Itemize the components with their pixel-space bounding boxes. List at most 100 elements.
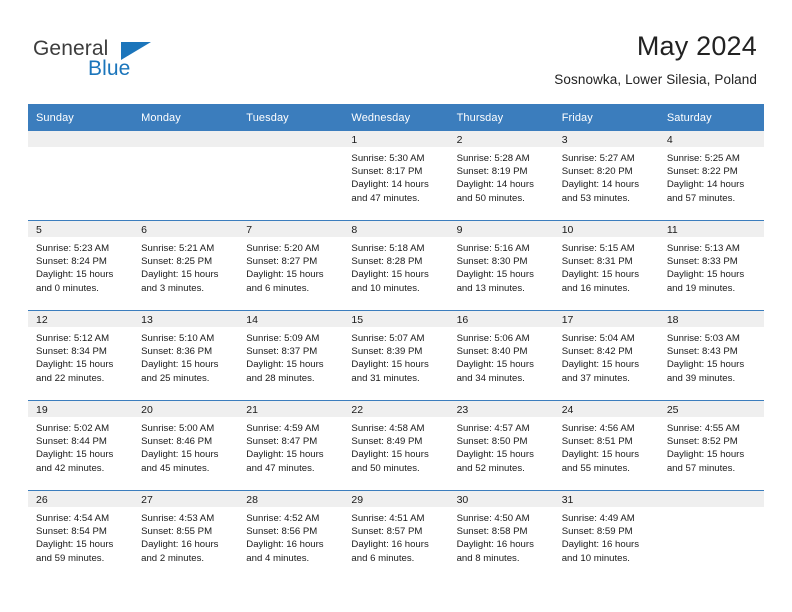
day-cell[interactable]: 11 Sunrise: 5:13 AM Sunset: 8:33 PM Dayligh… bbox=[658, 221, 764, 310]
day-cell[interactable]: 26 Sunrise: 4:54 AM Sunset: 8:54 PM Dayligh… bbox=[28, 491, 134, 580]
day-cell[interactable]: 10 Sunrise: 5:15 AM Sunset: 8:31 PM Dayligh… bbox=[553, 221, 659, 310]
calendar-cell: 22 Sunrise: 4:58 AM Sunset: 8:49 PM Dayligh… bbox=[343, 400, 449, 491]
day-cell[interactable]: 15 Sunrise: 5:07 AM Sunset: 8:39 PM Dayligh… bbox=[343, 311, 449, 400]
sunset-text: Sunset: 8:55 PM bbox=[141, 526, 213, 538]
calendar-week-row: 12 Sunrise: 5:12 AM Sunset: 8:34 PM Dayligh… bbox=[28, 310, 764, 401]
calendar-cell: 4 Sunrise: 5:25 AM Sunset: 8:22 PM Daylight… bbox=[658, 131, 764, 221]
calendar-cell: 13 Sunrise: 5:10 AM Sunset: 8:36 PM Dayligh… bbox=[133, 310, 239, 401]
day-cell[interactable]: 25 Sunrise: 4:55 AM Sunset: 8:52 PM Dayligh… bbox=[658, 401, 764, 490]
day-number: 25 bbox=[658, 401, 764, 417]
calendar-week-row: 26 Sunrise: 4:54 AM Sunset: 8:54 PM Dayligh… bbox=[28, 490, 764, 580]
daylight-text-line2: and 16 minutes. bbox=[561, 282, 630, 294]
day-number: 9 bbox=[448, 221, 554, 237]
day-details: Sunrise: 4:57 AM Sunset: 8:50 PM Daylight:… bbox=[449, 417, 554, 475]
day-cell[interactable]: 22 Sunrise: 4:58 AM Sunset: 8:49 PM Dayligh… bbox=[343, 401, 449, 490]
day-number: 30 bbox=[448, 491, 554, 507]
sunset-text: Sunset: 8:57 PM bbox=[351, 526, 423, 538]
daylight-text-line2: and 13 minutes. bbox=[456, 282, 525, 294]
day-number: 11 bbox=[658, 221, 764, 237]
calendar-week-row: 19 Sunrise: 5:02 AM Sunset: 8:44 PM Dayligh… bbox=[28, 400, 764, 491]
day-details: Sunrise: 5:10 AM Sunset: 8:36 PM Daylight:… bbox=[133, 327, 238, 385]
day-details: Sunrise: 4:54 AM Sunset: 8:54 PM Daylight:… bbox=[28, 507, 133, 565]
day-cell[interactable]: 6 Sunrise: 5:21 AM Sunset: 8:25 PM Daylight… bbox=[133, 221, 239, 310]
day-cell[interactable]: 28 Sunrise: 4:52 AM Sunset: 8:56 PM Dayligh… bbox=[238, 491, 344, 580]
sunrise-text: Sunrise: 5:13 AM bbox=[666, 243, 740, 254]
daylight-text-line1: Daylight: 15 hours bbox=[246, 359, 324, 371]
calendar-cell: 10 Sunrise: 5:15 AM Sunset: 8:31 PM Dayligh… bbox=[553, 220, 659, 311]
daylight-text-line2: and 10 minutes. bbox=[351, 282, 420, 294]
calendar-body: 1 Sunrise: 5:30 AM Sunset: 8:17 PM Daylight… bbox=[28, 131, 764, 580]
day-cell[interactable]: 1 Sunrise: 5:30 AM Sunset: 8:17 PM Daylight… bbox=[343, 131, 449, 220]
daylight-text-line2: and 47 minutes. bbox=[351, 192, 420, 204]
day-cell[interactable]: 30 Sunrise: 4:50 AM Sunset: 8:58 PM Dayligh… bbox=[448, 491, 554, 580]
day-details: Sunrise: 4:53 AM Sunset: 8:55 PM Daylight:… bbox=[133, 507, 238, 565]
day-cell[interactable]: 21 Sunrise: 4:59 AM Sunset: 8:47 PM Dayligh… bbox=[238, 401, 344, 490]
sunrise-text: Sunrise: 5:07 AM bbox=[351, 333, 425, 344]
day-cell[interactable]: 13 Sunrise: 5:10 AM Sunset: 8:36 PM Dayligh… bbox=[133, 311, 239, 400]
daylight-text-line1: Daylight: 15 hours bbox=[456, 269, 534, 281]
daylight-text-line2: and 50 minutes. bbox=[456, 192, 525, 204]
sunset-text: Sunset: 8:47 PM bbox=[246, 436, 318, 448]
day-cell[interactable]: 31 Sunrise: 4:49 AM Sunset: 8:59 PM Dayligh… bbox=[553, 491, 659, 580]
sunrise-text: Sunrise: 4:58 AM bbox=[351, 423, 425, 434]
calendar-cell: 25 Sunrise: 4:55 AM Sunset: 8:52 PM Dayligh… bbox=[658, 400, 764, 491]
day-cell[interactable]: 9 Sunrise: 5:16 AM Sunset: 8:30 PM Daylight… bbox=[448, 221, 554, 310]
sunset-text: Sunset: 8:58 PM bbox=[456, 526, 528, 538]
day-cell[interactable]: 14 Sunrise: 5:09 AM Sunset: 8:37 PM Dayligh… bbox=[238, 311, 344, 400]
calendar-cell: 15 Sunrise: 5:07 AM Sunset: 8:39 PM Dayligh… bbox=[343, 310, 449, 401]
day-cell[interactable]: 17 Sunrise: 5:04 AM Sunset: 8:42 PM Dayligh… bbox=[553, 311, 659, 400]
daylight-text-line2: and 42 minutes. bbox=[36, 462, 105, 474]
daylight-text-line1: Daylight: 15 hours bbox=[246, 449, 324, 461]
sunrise-text: Sunrise: 5:20 AM bbox=[246, 243, 320, 254]
daylight-text-line2: and 4 minutes. bbox=[246, 552, 310, 564]
daylight-text-line2: and 6 minutes. bbox=[351, 552, 415, 564]
calendar-week-row: 5 Sunrise: 5:23 AM Sunset: 8:24 PM Daylight… bbox=[28, 220, 764, 311]
daylight-text-line2: and 25 minutes. bbox=[141, 372, 210, 384]
day-cell[interactable]: 16 Sunrise: 5:06 AM Sunset: 8:40 PM Dayligh… bbox=[448, 311, 554, 400]
day-details: Sunrise: 5:09 AM Sunset: 8:37 PM Daylight:… bbox=[238, 327, 343, 385]
day-number: 19 bbox=[28, 401, 134, 417]
daylight-text-line2: and 50 minutes. bbox=[351, 462, 420, 474]
daylight-text-line1: Daylight: 14 hours bbox=[561, 179, 640, 191]
daylight-text-line1: Daylight: 15 hours bbox=[666, 449, 745, 461]
day-cell[interactable]: 7 Sunrise: 5:20 AM Sunset: 8:27 PM Daylight… bbox=[238, 221, 344, 310]
day-details: Sunrise: 4:55 AM Sunset: 8:52 PM Daylight:… bbox=[659, 417, 764, 475]
sunrise-text: Sunrise: 4:49 AM bbox=[561, 513, 635, 524]
day-cell[interactable]: 20 Sunrise: 5:00 AM Sunset: 8:46 PM Dayligh… bbox=[133, 401, 239, 490]
sunset-text: Sunset: 8:25 PM bbox=[141, 256, 213, 268]
calendar-cell: 6 Sunrise: 5:21 AM Sunset: 8:25 PM Daylight… bbox=[133, 220, 239, 311]
daylight-text-line2: and 59 minutes. bbox=[36, 552, 105, 564]
day-cell[interactable]: 29 Sunrise: 4:51 AM Sunset: 8:57 PM Dayligh… bbox=[343, 491, 449, 580]
day-number: 3 bbox=[553, 131, 659, 147]
day-cell[interactable]: 2 Sunrise: 5:28 AM Sunset: 8:19 PM Daylight… bbox=[448, 131, 554, 220]
sunset-text: Sunset: 8:49 PM bbox=[351, 436, 423, 448]
day-cell[interactable]: 23 Sunrise: 4:57 AM Sunset: 8:50 PM Dayligh… bbox=[448, 401, 554, 490]
day-cell[interactable]: 8 Sunrise: 5:18 AM Sunset: 8:28 PM Daylight… bbox=[343, 221, 449, 310]
sunset-text: Sunset: 8:54 PM bbox=[36, 526, 107, 538]
sunrise-text: Sunrise: 5:28 AM bbox=[456, 153, 530, 164]
sunset-text: Sunset: 8:28 PM bbox=[351, 256, 423, 268]
title-block: May 2024 Sosnowka, Lower Silesia, Poland bbox=[554, 30, 757, 89]
day-cell[interactable]: 12 Sunrise: 5:12 AM Sunset: 8:34 PM Dayligh… bbox=[28, 311, 134, 400]
sunrise-text: Sunrise: 4:51 AM bbox=[351, 513, 425, 524]
calendar-table: Sunday Monday Tuesday Wednesday Thursday… bbox=[28, 104, 764, 580]
daylight-text-line1: Daylight: 15 hours bbox=[246, 269, 324, 281]
day-details: Sunrise: 5:02 AM Sunset: 8:44 PM Daylight:… bbox=[28, 417, 133, 475]
general-blue-logo[interactable]: General Blue bbox=[33, 37, 193, 83]
day-cell[interactable]: 24 Sunrise: 4:56 AM Sunset: 8:51 PM Dayligh… bbox=[553, 401, 659, 490]
day-cell[interactable]: 18 Sunrise: 5:03 AM Sunset: 8:43 PM Dayligh… bbox=[658, 311, 764, 400]
calendar-cell bbox=[658, 490, 764, 580]
sunset-text: Sunset: 8:30 PM bbox=[456, 256, 528, 268]
daylight-text-line1: Daylight: 16 hours bbox=[246, 539, 324, 551]
day-cell[interactable]: 5 Sunrise: 5:23 AM Sunset: 8:24 PM Daylight… bbox=[28, 221, 134, 310]
day-cell[interactable]: 19 Sunrise: 5:02 AM Sunset: 8:44 PM Dayligh… bbox=[28, 401, 134, 490]
day-cell[interactable]: 4 Sunrise: 5:25 AM Sunset: 8:22 PM Daylight… bbox=[658, 131, 764, 220]
day-cell[interactable]: 27 Sunrise: 4:53 AM Sunset: 8:55 PM Dayligh… bbox=[133, 491, 239, 580]
calendar-cell: 2 Sunrise: 5:28 AM Sunset: 8:19 PM Daylight… bbox=[448, 131, 554, 221]
day-details: Sunrise: 5:07 AM Sunset: 8:39 PM Daylight:… bbox=[343, 327, 448, 385]
day-cell[interactable]: 3 Sunrise: 5:27 AM Sunset: 8:20 PM Daylight… bbox=[553, 131, 659, 220]
daylight-text-line1: Daylight: 15 hours bbox=[561, 449, 640, 461]
daylight-text-line1: Daylight: 16 hours bbox=[351, 539, 429, 551]
sunrise-text: Sunrise: 5:06 AM bbox=[456, 333, 530, 344]
daylight-text-line2: and 8 minutes. bbox=[456, 552, 520, 564]
